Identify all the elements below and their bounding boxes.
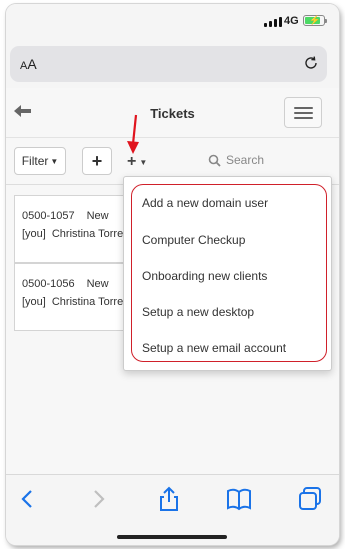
browser-address-area: AA — [6, 38, 339, 88]
share-icon[interactable] — [155, 485, 183, 513]
assignee-prefix: [you] — [22, 228, 46, 240]
browser-bottom-toolbar — [6, 474, 339, 545]
ticket-card[interactable]: 0500-1057 New [you] Christina Torres — [14, 195, 134, 263]
ticket-assignee-row: [you] Christina Torres — [22, 228, 129, 240]
menu-bar — [294, 112, 313, 114]
ticket-card[interactable]: 0500-1056 New [you] Christina Torres — [14, 263, 134, 331]
filter-label: Filter — [21, 154, 49, 168]
template-plus-label: + — [127, 153, 137, 170]
ticket-status: New — [86, 210, 109, 222]
charging-icon: ⚡ — [309, 15, 321, 25]
caret-down-icon: ▼ — [139, 157, 148, 167]
text-size-large-label: A — [27, 56, 37, 72]
tabs-icon[interactable] — [296, 485, 324, 513]
menu-item-add-domain-user[interactable]: Add a new domain user — [142, 196, 268, 210]
ticket-id: 0500-1057 — [22, 210, 75, 222]
network-type: 4G — [284, 15, 299, 27]
forward-icon[interactable] — [84, 485, 112, 513]
home-indicator — [117, 535, 227, 539]
menu-item-computer-checkup[interactable]: Computer Checkup — [142, 233, 245, 247]
ticket-status: New — [86, 278, 109, 290]
menu-bar — [294, 117, 313, 119]
menu-bar — [294, 107, 313, 109]
hamburger-menu-button[interactable] — [284, 97, 322, 128]
assignee-name: Christina Torres — [51, 296, 129, 308]
battery-icon: ⚡ — [303, 15, 327, 26]
ticket-id: 0500-1056 — [22, 278, 75, 290]
ticket-template-menu: Add a new domain user Computer Checkup O… — [123, 176, 332, 371]
ticket-template-dropdown-button[interactable]: + ▼ — [127, 152, 147, 172]
text-size-button[interactable]: AA — [20, 56, 37, 72]
signal-icon — [264, 17, 282, 27]
filter-button[interactable]: Filter ▼ — [14, 147, 66, 175]
reload-icon[interactable] — [303, 55, 319, 71]
search-placeholder: Search — [226, 153, 265, 167]
search-field[interactable]: Search — [208, 153, 264, 167]
ticket-assignee-row: [you] Christina Torres — [22, 296, 129, 308]
caret-down-icon: ▼ — [50, 156, 59, 166]
ticket-header: 0500-1057 New — [22, 210, 109, 222]
search-icon — [208, 154, 221, 167]
back-icon[interactable] — [14, 485, 42, 513]
bookmarks-icon[interactable] — [225, 485, 253, 513]
assignee-name: Christina Torres — [51, 228, 129, 240]
assignee-prefix: [you] — [22, 296, 46, 308]
menu-item-setup-new-desktop[interactable]: Setup a new desktop — [142, 305, 254, 319]
menu-item-setup-new-email-account[interactable]: Setup a new email account — [142, 341, 286, 355]
menu-item-onboarding-new-clients[interactable]: Onboarding new clients — [142, 269, 267, 283]
ticket-header: 0500-1056 New — [22, 278, 109, 290]
address-bar[interactable]: AA — [10, 46, 327, 82]
status-bar: 4G ⚡ — [6, 4, 339, 38]
page-navbar: Tickets — [6, 88, 339, 138]
phone-frame: 4G ⚡ AA Tickets Filter ▼ + + ▼ Search 05… — [6, 4, 339, 545]
add-ticket-button[interactable]: + — [82, 147, 112, 175]
